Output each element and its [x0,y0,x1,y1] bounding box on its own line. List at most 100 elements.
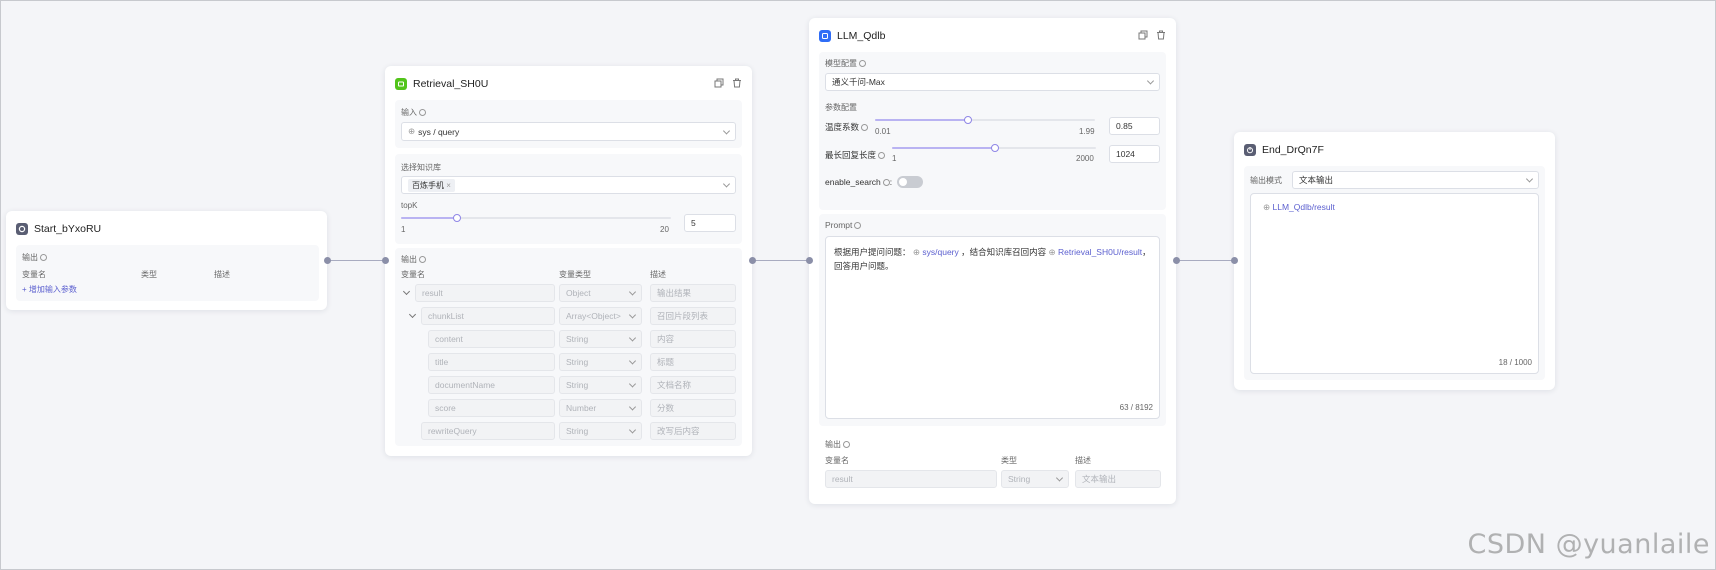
maxlen-slider[interactable] [892,144,1096,152]
topk-slider-thumb[interactable] [453,214,461,222]
llm-config-panel: 模型配置 通义千问-Max 参数配置 温度系数 0.01 1.99 0.85 最… [819,52,1166,210]
llm-output-desc: 文本输出 [1075,470,1161,488]
info-icon [419,256,426,263]
chevron-down-icon [628,288,637,296]
temp-min: 0.01 [875,127,891,136]
topk-label: topK [401,201,418,210]
output-desc-score: 分数 [650,399,736,417]
prompt-var-result[interactable]: ⊕ Retrieval_SH0U/result [1049,247,1143,257]
chevron-down-icon [628,357,637,365]
llm-input-handle[interactable] [806,257,813,264]
retrieval-node[interactable]: Retrieval_SH0U 输入 ⊕ sys / query 选择知识库 百炼… [385,66,752,456]
expand-chunklist-icon[interactable] [408,310,417,319]
search-label: enable_search: [825,177,893,187]
remove-tag-icon[interactable]: × [446,181,451,190]
chevron-down-icon [628,380,637,388]
output-type-score: Number [559,399,642,417]
start-output-panel: 输出 变量名 类型 描述 + 增加输入参数 [16,245,319,301]
output-name-title: title [428,353,555,371]
retrieval-output-handle[interactable] [749,257,756,264]
prompt-char-count: 63 / 8192 [1119,403,1153,412]
chevron-down-icon [722,126,731,135]
llm-node[interactable]: LLM_Qdlb 模型配置 通义千问-Max 参数配置 温度系数 0.01 1.… [809,18,1176,504]
temp-label: 温度系数 [825,121,869,133]
retrieval-input-handle[interactable] [382,257,389,264]
col-varname: 变量名 [22,270,46,279]
temperature-slider[interactable] [875,116,1095,124]
llm-output-type: String [1001,470,1069,488]
maxlen-slider-thumb[interactable] [991,144,999,152]
llm-output-name: result [825,470,997,488]
start-output-handle[interactable] [324,257,331,264]
maxlen-input[interactable]: 1024 [1109,145,1160,163]
output-name-rewritequery: rewriteQuery [421,422,555,440]
add-input-param-button[interactable]: + 增加输入参数 [22,284,77,295]
prompt-var-query[interactable]: ⊕ sys/query [913,247,959,257]
delete-icon[interactable] [732,78,742,88]
chevron-down-icon [628,311,637,319]
end-char-count: 18 / 1000 [1498,358,1532,367]
chevron-down-icon [628,426,637,434]
input-variable-select[interactable]: ⊕ sys / query [401,122,736,141]
len-min: 1 [892,154,897,163]
enable-search-toggle[interactable] [897,176,923,188]
len-max: 2000 [1076,154,1094,163]
col-type: 类型 [141,270,157,279]
llm-output-handle[interactable] [1173,257,1180,264]
llm-prompt-panel: Prompt 根据用户提问问题： ⊕ sys/query ，结合知识库召回内容 … [819,214,1166,426]
topk-min: 1 [401,225,406,234]
output-type-documentname: String [559,376,642,394]
info-icon [882,179,890,186]
chevron-down-icon [1146,77,1155,85]
info-icon [40,254,47,261]
output-type-rewritequery: String [559,422,642,440]
temperature-slider-thumb[interactable] [964,116,972,124]
info-icon [854,222,862,229]
info-icon [859,60,866,67]
output-type-content: String [559,330,642,348]
end-output-textarea[interactable]: ⊕ LLM_Qdlb/result 18 / 1000 [1250,193,1539,374]
col-desc: 描述 [214,270,230,279]
output-type-result: Object [559,284,642,302]
topk-slider[interactable] [401,214,671,222]
variable-icon: ⊕ [408,126,416,136]
output-name-chunklist: chunkList [421,307,555,325]
model-select[interactable]: 通义千问-Max [825,73,1160,91]
knowledge-base-select[interactable]: 百炼手机 × [401,176,736,194]
output-name-score: score [428,399,555,417]
llm-title: LLM_Qdlb [837,30,886,42]
end-var-chip[interactable]: ⊕ LLM_Qdlb/result [1263,202,1335,213]
info-icon [843,441,850,448]
input-variable-value: sys / query [418,126,460,137]
kb-label: 选择知识库 [401,163,441,172]
col-desc: 描述 [1075,456,1091,465]
input-label: 输入 [401,107,426,118]
chevron-down-icon [628,334,637,342]
topk-input[interactable]: 5 [684,214,736,232]
chevron-down-icon [628,403,637,411]
end-input-handle[interactable] [1231,257,1238,264]
output-type-title: String [559,353,642,371]
output-mode-select[interactable]: 文本输出 [1292,171,1539,189]
col-varname: 变量名 [825,456,849,465]
variable-icon: ⊕ [1048,247,1056,257]
variable-icon: ⊕ [912,247,921,257]
retrieval-title: Retrieval_SH0U [413,78,489,90]
llm-output-label: 输出 [825,439,850,450]
prompt-textarea[interactable]: 根据用户提问问题： ⊕ sys/query ，结合知识库召回内容 ⊕ Retri… [825,236,1160,419]
maxlen-label: 最长回复长度 [825,149,886,161]
copy-icon[interactable] [714,78,724,88]
start-title: Start_bYxoRU [34,223,102,235]
copy-icon[interactable] [1138,30,1148,40]
delete-icon[interactable] [1156,30,1166,40]
output-type-chunklist: Array<Object> [559,307,642,325]
output-desc-documentname: 文档名称 [650,376,736,394]
info-icon [878,152,886,159]
params-label: 参数配置 [825,103,857,112]
prompt-label: Prompt [825,220,862,230]
start-node[interactable]: Start_bYxoRU 输出 变量名 类型 描述 + 增加输入参数 [6,211,327,310]
temperature-input[interactable]: 0.85 [1109,117,1160,135]
prompt-text: 根据用户提问问题： ⊕ sys/query ，结合知识库召回内容 ⊕ Retri… [834,247,1151,271]
expand-result-icon[interactable] [402,287,411,296]
end-node[interactable]: End_DrQn7F 输出模式 文本输出 ⊕ LLM_Qdlb/result 1… [1234,132,1555,390]
